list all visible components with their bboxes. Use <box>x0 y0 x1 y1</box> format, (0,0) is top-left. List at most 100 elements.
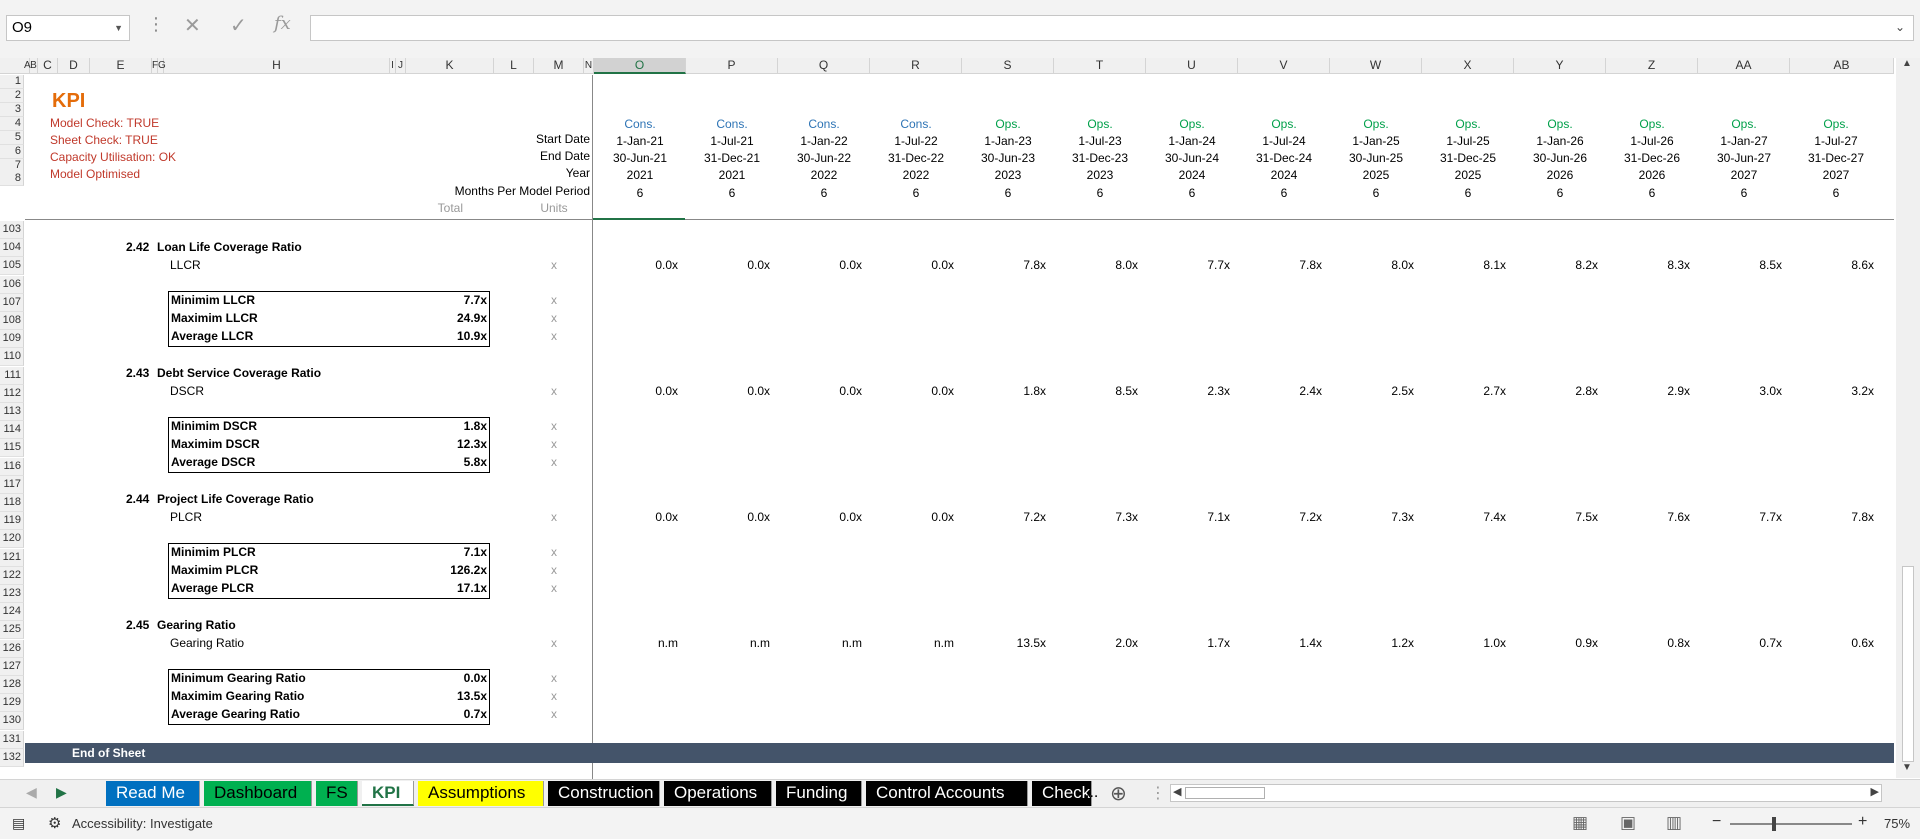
metric-value[interactable]: 7.8x <box>1790 508 1874 526</box>
summary-value[interactable]: 10.9x <box>400 327 487 345</box>
row-header[interactable]: 121 <box>0 548 24 567</box>
metric-value[interactable]: 7.7x <box>1698 508 1782 526</box>
metric-value[interactable]: 2.9x <box>1606 382 1690 400</box>
row-header[interactable]: 118 <box>0 494 24 512</box>
tab-dashboard[interactable]: Dashboard <box>204 781 312 806</box>
row-header[interactable]: 117 <box>0 475 24 494</box>
metric-value[interactable]: 0.0x <box>594 256 678 274</box>
row-header[interactable]: 126 <box>0 639 24 658</box>
name-box[interactable]: O9 ▼ <box>6 15 130 41</box>
row-header[interactable]: 131 <box>0 730 24 749</box>
metric-value[interactable]: 0.6x <box>1790 634 1874 652</box>
next-sheet-icon[interactable]: ▶ <box>56 784 67 801</box>
column-header-b[interactable]: B <box>30 58 38 74</box>
column-header-e[interactable]: E <box>90 58 152 74</box>
metric-value[interactable]: 0.9x <box>1514 634 1598 652</box>
metric-value[interactable]: 8.5x <box>1054 382 1138 400</box>
column-header-z[interactable]: Z <box>1606 58 1698 74</box>
summary-value[interactable]: 7.7x <box>400 291 487 309</box>
scroll-down-icon[interactable]: ▼ <box>1902 762 1912 773</box>
row-header[interactable]: 115 <box>0 439 24 458</box>
metric-value[interactable]: 3.0x <box>1698 382 1782 400</box>
sheet-grid[interactable]: KPI Model Check: TRUE Sheet Check: TRUE Cap… <box>25 75 1894 779</box>
column-header-aa[interactable]: AA <box>1698 58 1790 74</box>
row-header[interactable]: 132 <box>0 748 24 767</box>
row-header[interactable]: 122 <box>0 566 24 585</box>
tab-control-accounts[interactable]: Control Accounts <box>866 781 1028 806</box>
row-header[interactable]: 112 <box>0 384 24 403</box>
metric-value[interactable]: n.m <box>778 634 862 652</box>
row-header[interactable]: 110 <box>0 348 24 367</box>
metric-value[interactable]: 7.6x <box>1606 508 1690 526</box>
row-header[interactable]: 120 <box>0 530 24 549</box>
metric-value[interactable]: 2.4x <box>1238 382 1322 400</box>
tab-construction[interactable]: Construction <box>548 781 660 806</box>
column-header-s[interactable]: S <box>962 58 1054 74</box>
metric-value[interactable]: 8.0x <box>1330 256 1414 274</box>
metric-value[interactable]: 7.5x <box>1514 508 1598 526</box>
tab-checks[interactable]: Checks <box>1032 781 1092 806</box>
zoom-slider[interactable] <box>1730 817 1852 831</box>
row-header[interactable]: 113 <box>0 403 24 421</box>
vertical-scrollbar[interactable]: ▲ ▼ <box>1896 58 1920 778</box>
tab-splitter-icon[interactable]: ⋮ <box>1150 783 1166 803</box>
column-header-o[interactable]: O <box>594 58 686 74</box>
row-header[interactable]: 128 <box>0 676 24 694</box>
metric-value[interactable]: 0.0x <box>870 508 954 526</box>
summary-value[interactable]: 13.5x <box>400 687 487 705</box>
normal-view-icon[interactable]: ▦ <box>1572 813 1588 833</box>
metric-value[interactable]: n.m <box>686 634 770 652</box>
insert-function-icon[interactable]: fx <box>274 13 291 34</box>
metric-value[interactable]: 0.8x <box>1606 634 1690 652</box>
row-header[interactable]: 130 <box>0 712 24 731</box>
row-header[interactable]: 6 <box>0 145 24 159</box>
add-sheet-icon[interactable]: ⊕ <box>1110 781 1127 806</box>
row-header[interactable]: 2 <box>0 89 24 103</box>
row-header[interactable]: 111 <box>0 366 24 385</box>
column-header-w[interactable]: W <box>1330 58 1422 74</box>
metric-value[interactable]: 8.5x <box>1698 256 1782 274</box>
tab-operations[interactable]: Operations <box>664 781 772 806</box>
formula-input[interactable]: ⌄ <box>310 15 1914 41</box>
metric-value[interactable]: 7.3x <box>1330 508 1414 526</box>
tab-kpi[interactable]: KPI <box>362 781 414 806</box>
row-header[interactable]: 109 <box>0 330 24 349</box>
column-header-m[interactable]: M <box>534 58 584 74</box>
column-header-ab[interactable]: AB <box>1790 58 1894 74</box>
row-header[interactable]: 7 <box>0 159 24 173</box>
column-header-u[interactable]: U <box>1146 58 1238 74</box>
row-header[interactable]: 124 <box>0 603 24 622</box>
metric-value[interactable]: 1.0x <box>1422 634 1506 652</box>
metric-value[interactable]: 2.0x <box>1054 634 1138 652</box>
metric-value[interactable]: 2.8x <box>1514 382 1598 400</box>
column-header-v[interactable]: V <box>1238 58 1330 74</box>
column-header-n[interactable]: N <box>584 58 594 74</box>
metric-value[interactable]: 0.0x <box>594 508 678 526</box>
column-header-y[interactable]: Y <box>1514 58 1606 74</box>
metric-value[interactable]: n.m <box>870 634 954 652</box>
tab-assumptions[interactable]: Assumptions <box>418 781 544 806</box>
horizontal-scrollbar[interactable]: ◀ ▶ <box>1170 784 1882 802</box>
scroll-left-icon[interactable]: ◀ <box>1173 785 1181 798</box>
zoom-out-button[interactable]: − <box>1712 813 1721 831</box>
metric-value[interactable]: 1.2x <box>1330 634 1414 652</box>
metric-value[interactable]: 7.8x <box>962 256 1046 274</box>
metric-value[interactable]: 2.3x <box>1146 382 1230 400</box>
row-header[interactable]: 103 <box>0 221 24 239</box>
column-header-d[interactable]: D <box>58 58 90 74</box>
scroll-up-icon[interactable]: ▲ <box>1902 58 1912 69</box>
metric-value[interactable]: 7.8x <box>1238 256 1322 274</box>
metric-value[interactable]: 8.3x <box>1606 256 1690 274</box>
summary-value[interactable]: 24.9x <box>400 309 487 327</box>
metric-value[interactable]: 0.0x <box>778 382 862 400</box>
row-header[interactable]: 104 <box>0 239 24 258</box>
metric-value[interactable]: 7.2x <box>962 508 1046 526</box>
summary-value[interactable]: 0.0x <box>400 669 487 687</box>
metric-value[interactable]: 8.0x <box>1054 256 1138 274</box>
row-header[interactable]: 127 <box>0 657 24 676</box>
row-header[interactable]: 3 <box>0 103 24 117</box>
row-header[interactable]: 125 <box>0 621 24 640</box>
accessibility-icon[interactable]: ⚙ <box>48 814 61 832</box>
cancel-icon[interactable]: ✕ <box>184 13 201 38</box>
tab-fs[interactable]: FS <box>316 781 358 806</box>
